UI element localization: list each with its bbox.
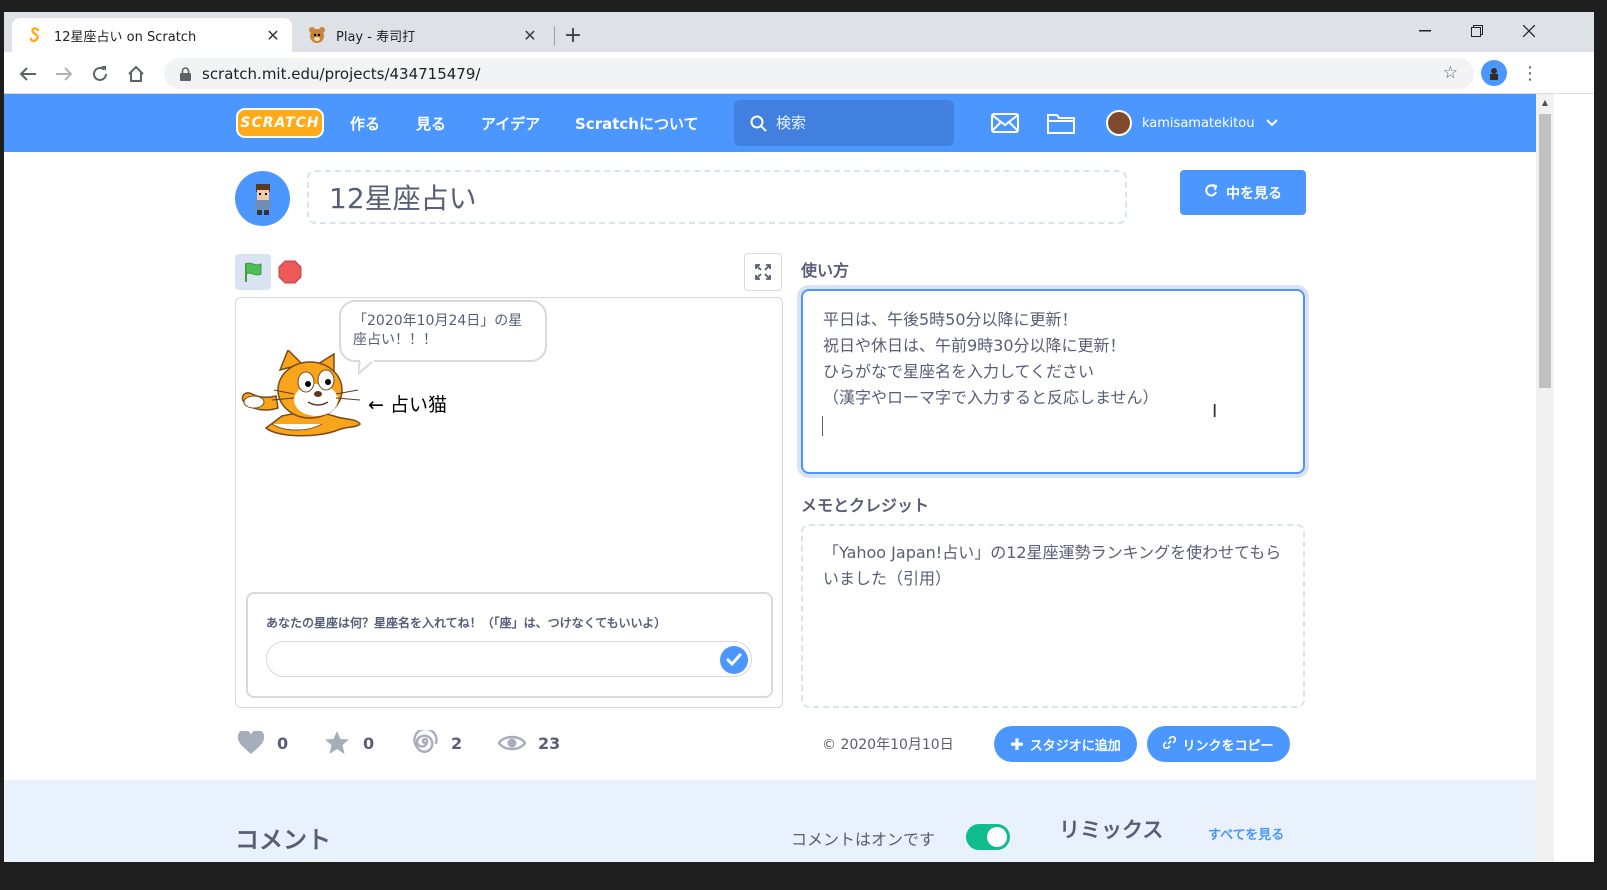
browser-menu-icon[interactable]: ⋮ [1520, 60, 1540, 86]
lock-icon [178, 66, 192, 82]
favorites-count: 0 [363, 733, 375, 753]
see-inside-label: 中を見る [1226, 185, 1282, 202]
comments-on-label: コメントはオンです [791, 830, 936, 849]
comments-remix-section [4, 780, 1536, 862]
comments-heading: コメント [235, 826, 331, 854]
checkmark-icon [726, 653, 742, 667]
reload-icon[interactable] [86, 60, 114, 88]
remix-icon [411, 729, 439, 757]
close-window-icon[interactable] [1506, 16, 1552, 46]
add-to-studio-button[interactable]: ✚ スタジオに追加 [994, 726, 1137, 762]
views-stat: 23 [498, 728, 560, 758]
credits-heading: メモとクレジット [801, 496, 930, 515]
address-bar[interactable]: scratch.mit.edu/projects/434715479/ ☆ [164, 58, 1474, 89]
browser-window: 12星座占い on Scratch ✕ Play - 寿司打 ✕ + scrat… [4, 12, 1594, 862]
page-content: SCRATCH 作る 見る アイデア Scratchについて kamisamat… [4, 94, 1536, 862]
instructions-heading: 使い方 [801, 261, 850, 280]
see-all-link[interactable]: すべてを見る [1208, 824, 1284, 843]
project-author-avatar[interactable] [235, 171, 290, 226]
speech-bubble: 「2020年10月24日」の星座占い！！！ [339, 300, 547, 362]
see-inside-button[interactable]: 中を見る [1180, 170, 1306, 215]
forward-icon[interactable] [50, 60, 78, 88]
remixes-stat: 2 [411, 728, 462, 758]
fullscreen-button[interactable] [744, 253, 782, 291]
close-tab-icon[interactable]: ✕ [519, 24, 541, 46]
text-cursor-icon: I [1212, 401, 1218, 422]
bookmark-star-icon[interactable]: ☆ [1443, 63, 1458, 83]
scratch-favicon-icon [26, 26, 44, 44]
green-flag-icon [245, 262, 262, 282]
scratch-logo[interactable]: SCRATCH [236, 108, 324, 138]
url-text: scratch.mit.edu/projects/434715479/ [202, 64, 481, 83]
date-prefix-icon: © [822, 737, 836, 753]
my-stuff-folder-icon[interactable] [1046, 110, 1076, 136]
scrollbar-thumb[interactable] [1539, 114, 1551, 388]
page-scrollbar[interactable]: ▲ [1536, 94, 1554, 862]
instructions-textarea[interactable]: 平日は、午後5時50分以降に更新！ 祝日や休日は、午前9時30分以降に更新！ ひ… [801, 289, 1305, 474]
remixes-heading: リミックス [1059, 818, 1164, 842]
ask-prompt-box: あなたの星座は何？星座名を入れてね！（「座」は、つけなくてもいいよ） [246, 592, 773, 698]
tab-separator [554, 26, 555, 46]
project-date: © 2020年10月10日 [822, 734, 954, 754]
restore-icon[interactable] [1454, 16, 1500, 46]
favorites-stat[interactable]: 0 [323, 728, 374, 758]
tab-strip: 12星座占い on Scratch ✕ Play - 寿司打 ✕ + [4, 12, 1594, 52]
nav-create[interactable]: 作る [350, 94, 380, 152]
search-box[interactable] [734, 100, 954, 146]
loves-stat[interactable]: 0 [237, 728, 288, 758]
star-icon [323, 729, 351, 757]
tab-title: 12星座占い on Scratch [54, 29, 197, 45]
credits-textarea[interactable]: 「Yahoo Japan!占い」の12星座運勢ランキングを使わせてもらいました（… [801, 524, 1305, 708]
username-label: kamisamatekitou [1142, 115, 1255, 131]
text-caret [822, 416, 823, 436]
tab-scratch-project[interactable]: 12星座占い on Scratch ✕ [12, 18, 292, 52]
nav-explore[interactable]: 見る [416, 94, 446, 152]
stop-button[interactable] [278, 260, 302, 284]
new-tab-icon[interactable]: + [560, 22, 586, 48]
eye-icon [498, 729, 526, 757]
nav-about[interactable]: Scratchについて [575, 94, 699, 152]
stop-sign-icon [278, 260, 302, 284]
chevron-down-icon [1266, 116, 1279, 131]
project-title[interactable]: 12星座占い [307, 170, 1127, 224]
heart-icon [237, 729, 265, 757]
link-icon [1163, 735, 1177, 753]
back-icon[interactable] [14, 60, 42, 88]
close-tab-icon[interactable]: ✕ [262, 24, 284, 46]
sushida-favicon-icon [308, 26, 326, 44]
toggle-knob [987, 827, 1007, 847]
nav-ideas[interactable]: アイデア [481, 94, 540, 152]
search-input[interactable] [776, 114, 936, 132]
add-to-studio-label: スタジオに追加 [1029, 738, 1121, 754]
ask-question-text: あなたの星座は何？星座名を入れてね！（「座」は、つけなくてもいいよ） [266, 616, 667, 630]
loves-count: 0 [277, 733, 289, 753]
account-menu[interactable]: kamisamatekitou [1106, 107, 1279, 139]
tab-title: Play - 寿司打 [336, 29, 416, 45]
project-stage[interactable]: 「2020年10月24日」の星座占い！！！ ← 占い猫 あなたの星座は何？星座名… [235, 297, 783, 708]
views-count: 23 [538, 733, 561, 753]
see-inside-icon [1204, 183, 1218, 202]
fullscreen-icon [755, 264, 771, 280]
plus-icon: ✚ [1010, 734, 1024, 754]
profile-avatar-icon[interactable] [1481, 60, 1507, 86]
browser-toolbar: scratch.mit.edu/projects/434715479/ ☆ ⋮ [4, 52, 1594, 94]
user-avatar [1106, 110, 1132, 136]
scroll-up-icon[interactable]: ▲ [1536, 94, 1554, 110]
copy-link-button[interactable]: リンクをコピー [1147, 726, 1290, 762]
home-icon[interactable] [122, 60, 150, 88]
scratch-navbar: SCRATCH 作る 見る アイデア Scratchについて kamisamat… [4, 94, 1536, 152]
minimize-icon[interactable] [1402, 16, 1448, 46]
green-flag-button[interactable] [235, 254, 271, 290]
messages-icon[interactable] [990, 110, 1020, 136]
date-text: 2020年10月10日 [840, 737, 954, 753]
remixes-count: 2 [451, 733, 463, 753]
search-icon [748, 113, 768, 133]
answer-input[interactable] [266, 641, 752, 677]
scratch-cat-sprite[interactable] [238, 350, 366, 438]
comments-toggle[interactable] [966, 824, 1010, 850]
fortune-cat-label: ← 占い猫 [368, 394, 447, 416]
tab-sushida[interactable]: Play - 寿司打 ✕ [294, 18, 549, 52]
copy-link-label: リンクをコピー [1182, 738, 1274, 754]
submit-answer-button[interactable] [720, 646, 748, 674]
